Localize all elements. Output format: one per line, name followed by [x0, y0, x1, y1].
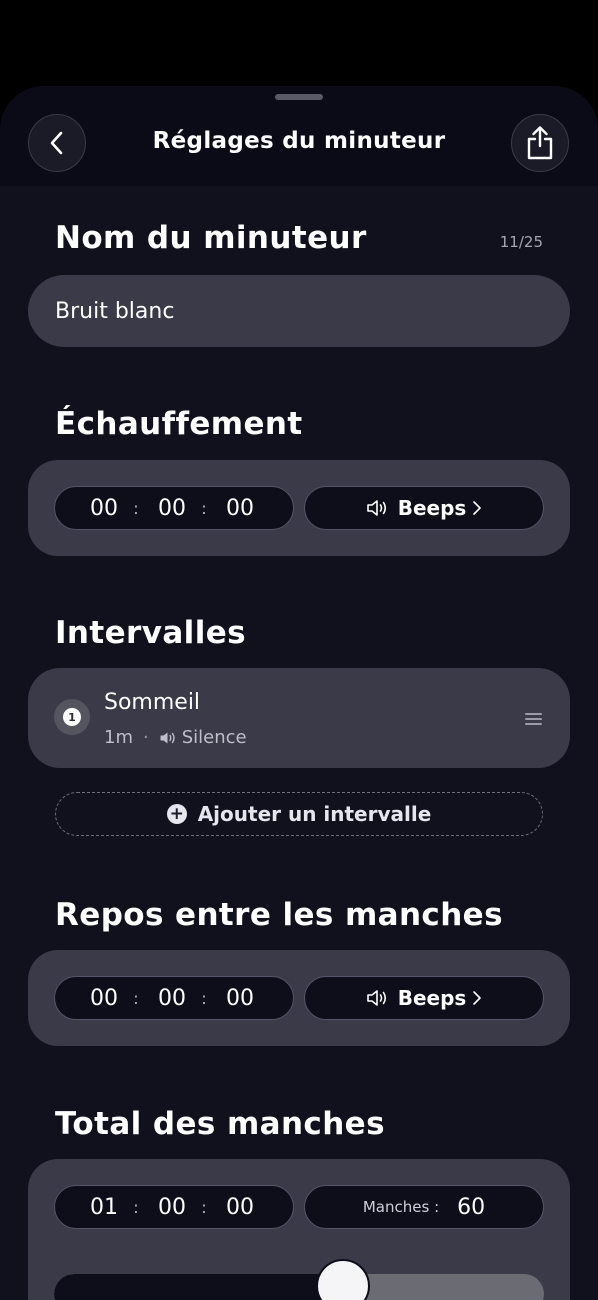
add-interval-label: Ajouter un intervalle [197, 802, 432, 826]
warmup-sound-button[interactable]: Beeps [304, 486, 544, 530]
speaker-icon [366, 990, 386, 1006]
back-button[interactable] [28, 114, 86, 172]
interval-sound: Silence [181, 727, 247, 748]
warmup-seconds[interactable]: 00 [215, 496, 265, 521]
drag-handle-icon[interactable] [525, 713, 542, 728]
rest-label: Repos entre les manches [55, 897, 503, 933]
interval-index: 1 [63, 708, 81, 726]
rest-seconds[interactable]: 00 [215, 986, 265, 1011]
timer-name-value: Bruit blanc [55, 298, 175, 324]
rest-minutes[interactable]: 00 [147, 986, 197, 1011]
time-separator: : [133, 1197, 139, 1217]
plus-circle-icon: + [166, 804, 187, 824]
rounds-slider-track[interactable] [54, 1274, 544, 1300]
rounds-count-field[interactable]: Manches : 60 [304, 1185, 544, 1229]
warmup-sound-label: Beeps [397, 496, 467, 520]
total-minutes[interactable]: 00 [147, 1195, 197, 1220]
rounds-slider-thumb[interactable] [316, 1259, 371, 1300]
rounds-value: 60 [457, 1194, 486, 1220]
timer-settings-sheet: Réglages du minuteur Nom du minuteur 11/… [0, 86, 598, 1300]
rounds-label: Manches : [362, 1198, 440, 1216]
speaker-icon [160, 732, 175, 743]
rest-sound-label: Beeps [397, 986, 467, 1010]
sheet-header: Réglages du minuteur [0, 86, 598, 186]
sheet-grabber-handle[interactable] [275, 94, 323, 100]
warmup-minutes[interactable]: 00 [147, 496, 197, 521]
interval-name: Sommeil [104, 690, 201, 715]
page-title: Réglages du minuteur [152, 128, 446, 154]
time-separator: : [201, 498, 207, 518]
rest-sound-button[interactable]: Beeps [304, 976, 544, 1020]
chevron-right-icon [473, 991, 482, 1005]
timer-name-input[interactable]: Bruit blanc [28, 275, 570, 347]
warmup-hours[interactable]: 00 [79, 496, 129, 521]
chevron-right-icon [473, 501, 482, 515]
total-rounds-card: 01 : 00 : 00 Manches : 60 [28, 1159, 570, 1300]
share-icon [527, 126, 553, 160]
meta-separator: · [143, 727, 149, 748]
interval-item[interactable]: 1 Sommeil 1m · Silence [28, 668, 570, 768]
time-separator: : [133, 988, 139, 1008]
warmup-label: Échauffement [55, 406, 303, 442]
timer-name-label: Nom du minuteur [55, 220, 367, 256]
add-interval-button[interactable]: + Ajouter un intervalle [55, 792, 543, 836]
interval-meta: 1m · Silence [104, 727, 247, 748]
time-separator: : [201, 988, 207, 1008]
intervals-label: Intervalles [55, 615, 246, 651]
interval-index-badge: 1 [54, 699, 90, 735]
chevron-left-icon [50, 131, 63, 155]
time-separator: : [201, 1197, 207, 1217]
timer-name-char-counter: 11/25 [499, 233, 543, 251]
rounds-slider-fill [54, 1274, 344, 1300]
total-seconds[interactable]: 00 [215, 1195, 265, 1220]
total-rounds-label: Total des manches [55, 1106, 385, 1142]
speaker-icon [366, 500, 386, 516]
time-separator: : [133, 498, 139, 518]
total-hours[interactable]: 01 [79, 1195, 129, 1220]
total-time-picker[interactable]: 01 : 00 : 00 [54, 1185, 294, 1229]
rest-hours[interactable]: 00 [79, 986, 129, 1011]
warmup-card: 00 : 00 : 00 Beeps [28, 460, 570, 556]
rest-card: 00 : 00 : 00 Beeps [28, 950, 570, 1046]
share-button[interactable] [511, 114, 569, 172]
rest-time-picker[interactable]: 00 : 00 : 00 [54, 976, 294, 1020]
interval-duration: 1m [104, 727, 133, 748]
warmup-time-picker[interactable]: 00 : 00 : 00 [54, 486, 294, 530]
